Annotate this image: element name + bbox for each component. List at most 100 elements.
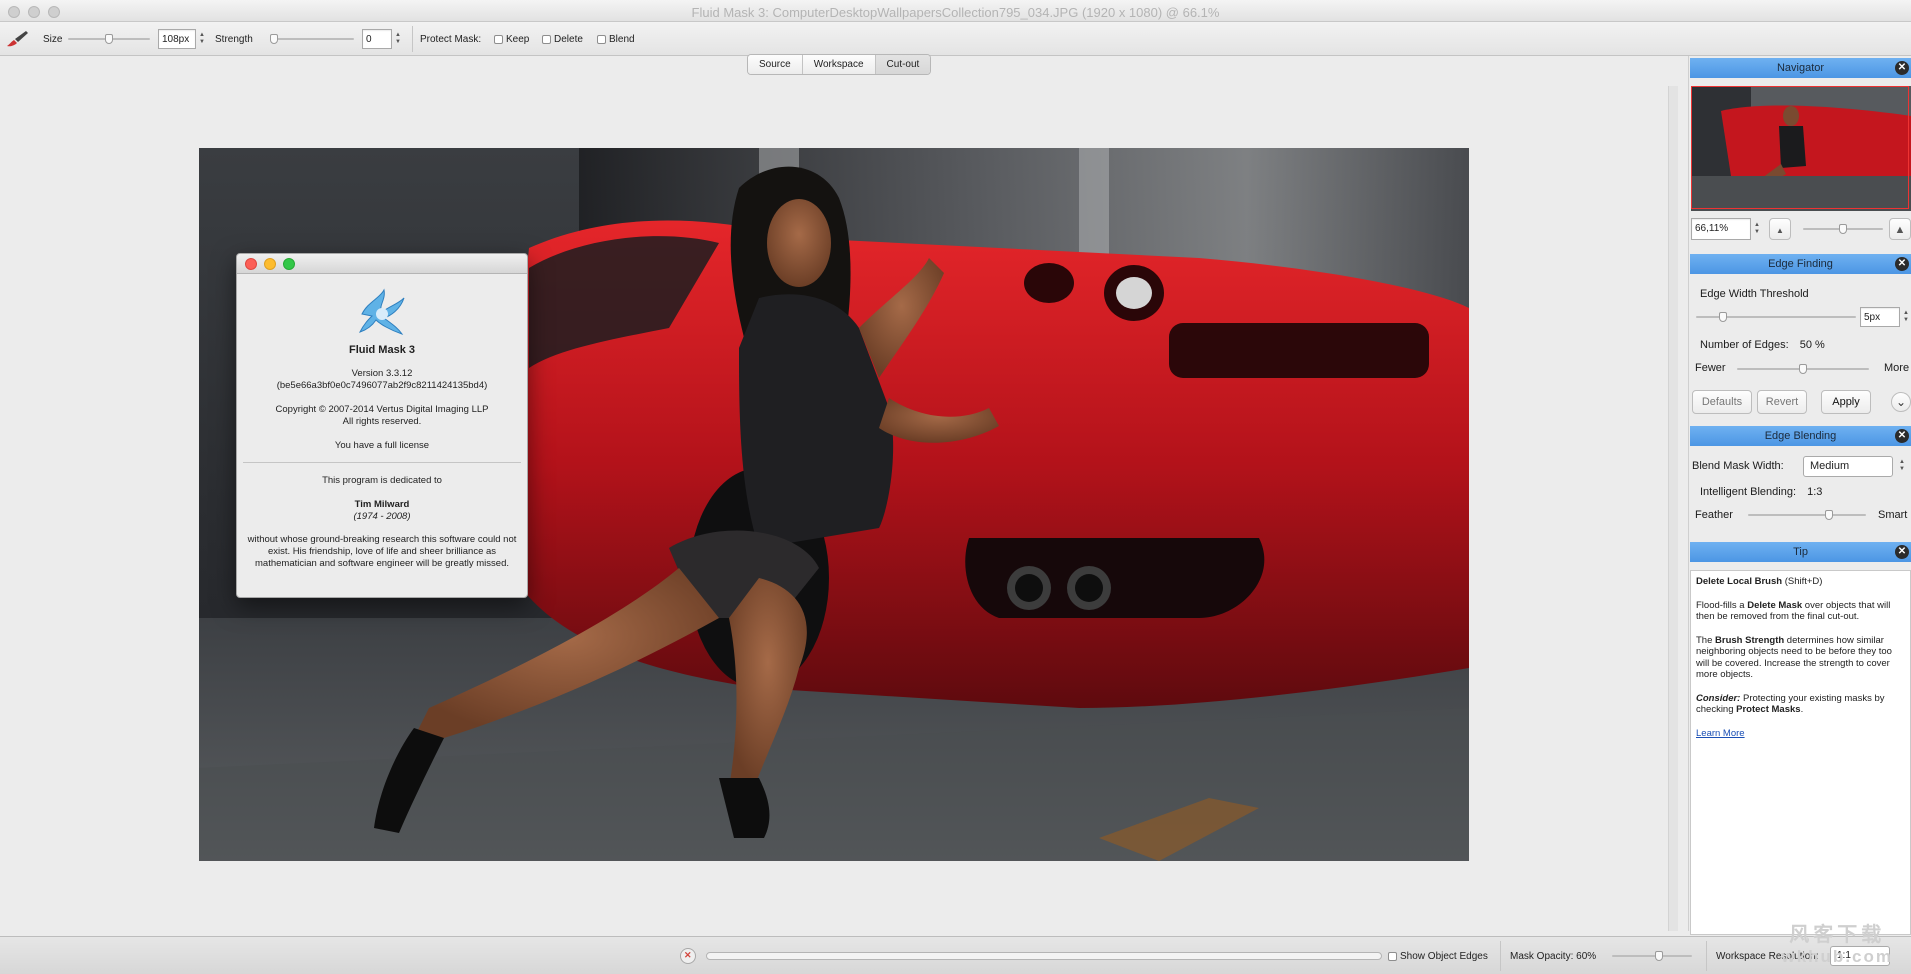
more-label: More — [1884, 362, 1910, 374]
progress-bar — [706, 952, 1382, 960]
navigator-thumbnail[interactable] — [1691, 86, 1911, 211]
apply-button[interactable]: Apply — [1821, 390, 1871, 414]
size-stepper[interactable]: ▲ ▼ — [198, 29, 206, 49]
edge-width-threshold-stepper[interactable]: ▲ ▼ — [1902, 307, 1910, 327]
about-build-hash: (be5e66a3bf0e0c7496077ab2f9c8211424135bd… — [276, 380, 488, 391]
status-bar: Show Object Edges Mask Opacity: 60% Work… — [0, 936, 1911, 974]
tip-shortcut: (Shift+D) — [1782, 576, 1823, 587]
strength-stepper[interactable]: ▲ ▼ — [394, 29, 402, 49]
tip-header[interactable]: Tip ✕ — [1690, 542, 1911, 562]
mountain-small-icon: ▲ — [1776, 226, 1784, 235]
zoom-out-button[interactable]: ▲ — [1769, 218, 1791, 240]
strength-label: Strength — [215, 33, 253, 45]
blend-mask-width-label: Blend Mask Width: — [1692, 460, 1784, 472]
tip-paragraph-2: The Brush Strength determines how simila… — [1696, 634, 1892, 681]
keep-checkbox-box[interactable] — [494, 34, 503, 44]
edge-width-threshold-slider[interactable] — [1696, 310, 1856, 324]
defaults-button[interactable]: Defaults — [1692, 390, 1752, 414]
watermark-line-2: wkhub.com — [1781, 947, 1893, 966]
navigator-header[interactable]: Navigator ✕ — [1690, 58, 1911, 78]
show-object-edges-label: Show Object Edges — [1400, 950, 1488, 962]
intelligent-blending-value: 1:3 — [1807, 486, 1823, 498]
size-slider[interactable] — [68, 32, 150, 46]
edge-width-threshold-input[interactable]: 5px — [1860, 307, 1900, 327]
delete-checkbox[interactable]: Delete — [542, 22, 583, 56]
tab-cut-out[interactable]: Cut-out — [875, 55, 931, 74]
about-dialog-titlebar — [237, 254, 527, 274]
edge-blending-header[interactable]: Edge Blending ✕ — [1690, 426, 1911, 446]
number-of-edges-thumb[interactable] — [1799, 364, 1807, 374]
tip-content: Delete Local Brush (Shift+D) Flood-fills… — [1690, 570, 1911, 935]
feather-smart-slider[interactable] — [1748, 508, 1866, 522]
tab-workspace[interactable]: Workspace — [802, 55, 876, 74]
strength-input[interactable]: 0 — [362, 29, 392, 49]
navigator-viewport-frame[interactable] — [1691, 86, 1909, 209]
show-object-edges-box[interactable] — [1388, 951, 1397, 961]
delete-checkbox-box[interactable] — [542, 34, 551, 44]
vertical-scrollbar[interactable] — [1668, 86, 1678, 931]
edge-blending-close-icon[interactable]: ✕ — [1895, 429, 1909, 443]
edge-blending-title: Edge Blending — [1764, 430, 1837, 442]
about-person-years: (1974 - 2008) — [353, 511, 411, 522]
navigator-title: Navigator — [1776, 62, 1825, 74]
about-app-name: Fluid Mask 3 — [348, 344, 416, 356]
blend-checkbox[interactable]: Blend — [597, 22, 635, 56]
blend-mask-width-select[interactable]: Medium — [1803, 456, 1893, 477]
strength-slider-thumb[interactable] — [270, 34, 278, 44]
about-zoom-button[interactable] — [283, 258, 295, 270]
tip-tool-name: Delete Local Brush — [1696, 576, 1783, 587]
protect-mask-label: Protect Mask: — [420, 33, 482, 45]
about-minimize-button[interactable] — [264, 258, 276, 270]
about-version: Version 3.3.12 — [351, 368, 413, 379]
mask-opacity-label: Mask Opacity: 60% — [1510, 950, 1597, 962]
blend-mask-width-stepper[interactable]: ▲ ▼ — [1898, 456, 1906, 476]
navigator-close-icon[interactable]: ✕ — [1895, 61, 1909, 75]
cancel-icon[interactable] — [680, 948, 696, 964]
zoom-slider[interactable] — [1803, 222, 1883, 236]
edge-finding-close-icon[interactable]: ✕ — [1895, 257, 1909, 271]
about-copyright: Copyright © 2007-2014 Vertus Digital Ima… — [275, 404, 489, 415]
about-close-button[interactable] — [245, 258, 257, 270]
show-object-edges-checkbox[interactable]: Show Object Edges — [1388, 937, 1488, 974]
fluid-mask-logo-icon — [359, 288, 405, 335]
edge-width-threshold-label: Edge Width Threshold — [1700, 288, 1809, 300]
number-of-edges-label: Number of Edges: 50 % — [1700, 339, 1825, 351]
feather-label: Feather — [1695, 509, 1733, 521]
size-input[interactable]: 108px — [158, 29, 196, 49]
zoom-slider-thumb[interactable] — [1839, 224, 1847, 234]
feather-smart-thumb[interactable] — [1825, 510, 1833, 520]
size-label: Size — [43, 33, 63, 45]
brush-tool-button[interactable] — [4, 22, 30, 56]
keep-checkbox[interactable]: Keep — [494, 22, 529, 56]
delete-label: Delete — [554, 33, 583, 45]
smart-label: Smart — [1878, 509, 1908, 521]
tip-title: Tip — [1793, 546, 1808, 558]
tip-paragraph-3: Consider: Protecting your existing masks… — [1696, 692, 1885, 716]
edge-width-threshold-thumb[interactable] — [1719, 312, 1727, 322]
zoom-stepper[interactable]: ▲ ▼ — [1753, 219, 1761, 239]
zoom-in-button[interactable]: ▲ — [1889, 218, 1911, 240]
tip-heading: Delete Local Brush (Shift+D) — [1696, 576, 1905, 588]
tab-source[interactable]: Source — [748, 55, 803, 74]
size-slider-thumb[interactable] — [105, 34, 113, 44]
about-tribute: without whose ground-breaking research t… — [247, 534, 517, 569]
blend-checkbox-box[interactable] — [597, 34, 606, 44]
mask-opacity-slider[interactable] — [1612, 949, 1692, 963]
about-person-name: Tim Milward — [354, 499, 410, 510]
revert-button[interactable]: Revert — [1757, 390, 1807, 414]
watermark-line-1: 风客下载 — [1789, 924, 1886, 946]
tip-close-icon[interactable]: ✕ — [1895, 545, 1909, 559]
app-logo — [237, 284, 527, 338]
learn-more-link[interactable]: Learn More — [1696, 728, 1745, 739]
edge-finding-header[interactable]: Edge Finding ✕ — [1690, 254, 1911, 274]
expand-chevron-icon[interactable]: ⌄ — [1891, 392, 1911, 412]
window-title: Fluid Mask 3: ComputerDesktopWallpapersC… — [691, 5, 1220, 20]
about-dialog: Fluid Mask 3 Version 3.3.12 (be5e66a3bf0… — [236, 253, 528, 598]
intelligent-blending-caption: Intelligent Blending: — [1700, 486, 1797, 498]
number-of-edges-slider[interactable] — [1737, 362, 1869, 376]
zoom-input[interactable]: 66,11% — [1691, 218, 1751, 240]
mask-opacity-thumb[interactable] — [1655, 951, 1663, 961]
about-license-status: You have a full license — [334, 440, 430, 451]
blend-mask-width-value: Medium — [1810, 460, 1850, 472]
strength-slider[interactable] — [270, 32, 354, 46]
